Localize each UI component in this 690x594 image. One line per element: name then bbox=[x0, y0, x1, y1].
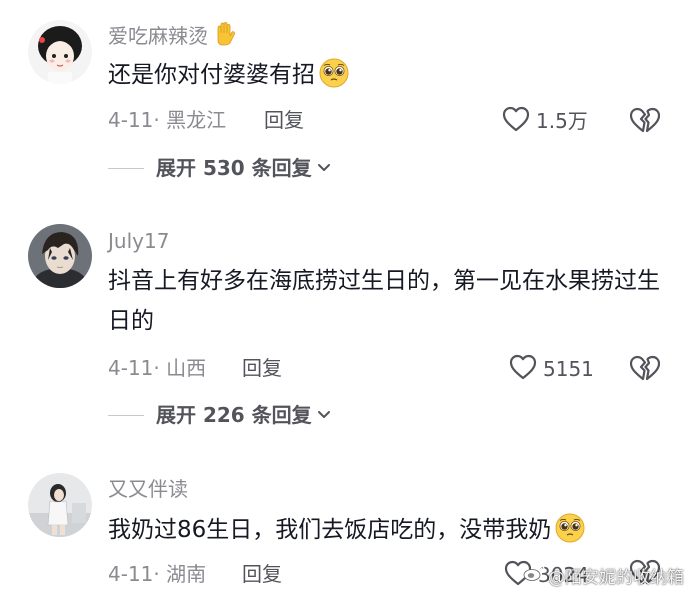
weibo-watermark: @陌安妮的收纳箱 bbox=[523, 563, 684, 588]
expand-replies[interactable]: 展开 530 条回复 bbox=[108, 154, 332, 182]
heart-icon[interactable] bbox=[502, 106, 530, 136]
comment-text: 我奶过86生日，我们去饭店吃的，没带我奶 bbox=[108, 510, 668, 557]
pleading-face-icon bbox=[318, 57, 350, 102]
comment-username[interactable]: 又又伴读 bbox=[108, 476, 188, 502]
comment-username[interactable]: 爱吃麻辣烫 bbox=[108, 21, 238, 53]
weibo-logo-icon bbox=[523, 564, 546, 587]
expand-replies[interactable]: 展开 226 条回复 bbox=[108, 401, 332, 429]
heart-icon[interactable] bbox=[509, 354, 537, 384]
divider-line bbox=[108, 414, 144, 416]
divider-line bbox=[108, 167, 144, 169]
comment-meta: 4-11· 黑龙江 bbox=[108, 108, 227, 132]
reply-button[interactable]: 回复 bbox=[242, 560, 282, 588]
reply-button[interactable]: 回复 bbox=[242, 354, 282, 382]
raised-hand-icon bbox=[212, 21, 238, 53]
comment-text: 还是你对付婆婆有招 bbox=[108, 55, 668, 102]
comment-text: 抖音上有好多在海底捞过生日的，第一见在水果捞过生日的 bbox=[108, 268, 660, 334]
comment-item: 爱吃麻辣烫 还是你对付婆婆有招 4-11· 黑龙江 回复 1.5万 展开 530… bbox=[0, 0, 690, 200]
chevron-down-icon[interactable] bbox=[316, 406, 332, 425]
chevron-down-icon[interactable] bbox=[316, 159, 332, 178]
comment-meta: 4-11· 湖南 bbox=[108, 562, 207, 586]
like-count: 1.5万 bbox=[536, 109, 588, 133]
avatar[interactable] bbox=[28, 224, 92, 288]
comment-username[interactable]: July17 bbox=[108, 228, 169, 254]
reply-button[interactable]: 回复 bbox=[264, 106, 304, 134]
like-count: 5151 bbox=[543, 357, 594, 381]
broken-heart-icon[interactable] bbox=[629, 355, 661, 385]
pleading-face-icon bbox=[554, 512, 586, 557]
like-button[interactable]: 5151 bbox=[509, 354, 594, 384]
avatar[interactable] bbox=[28, 20, 92, 84]
broken-heart-icon[interactable] bbox=[629, 107, 661, 137]
avatar[interactable] bbox=[28, 473, 92, 537]
comment-meta: 4-11· 山西 bbox=[108, 356, 207, 380]
dislike-button[interactable] bbox=[629, 107, 661, 137]
like-button[interactable]: 1.5万 bbox=[502, 106, 588, 136]
dislike-button[interactable] bbox=[629, 355, 661, 385]
comment-item: July17 抖音上有好多在海底捞过生日的，第一见在水果捞过生日的 4-11· … bbox=[0, 200, 690, 450]
